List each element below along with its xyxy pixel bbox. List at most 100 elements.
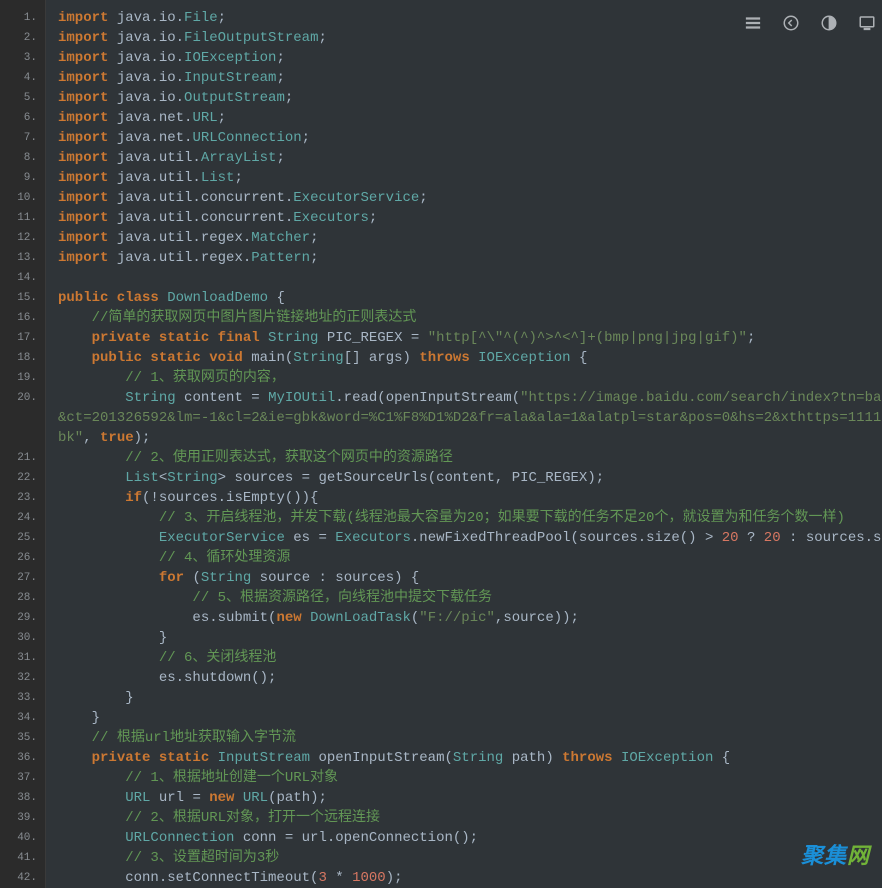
token-pl: [58, 390, 125, 406]
token-cmt: // 2、根据URL对象，打开一个远程连接: [125, 810, 380, 826]
line-number: 34.: [0, 708, 45, 728]
token-pl: <: [159, 470, 167, 486]
token-kw: import: [58, 210, 108, 226]
line-number: 9.: [0, 168, 45, 188]
code-line: public static void main(String[] args) t…: [58, 348, 882, 368]
code-line: bk", true);: [58, 428, 882, 448]
token-cls: DownloadDemo: [167, 290, 268, 306]
line-number: 20.: [0, 388, 45, 408]
monitor-icon[interactable]: [858, 14, 876, 32]
line-number: 33.: [0, 688, 45, 708]
token-cls: ExecutorService: [293, 190, 419, 206]
token-pl: {: [571, 350, 588, 366]
code-line: URL url = new URL(path);: [58, 788, 882, 808]
token-cls: URLConnection: [192, 130, 301, 146]
token-cls: IOException: [621, 750, 713, 766]
code-line: import java.util.concurrent.Executors;: [58, 208, 882, 228]
line-number: 15.: [0, 288, 45, 308]
token-cls: Pattern: [251, 250, 310, 266]
code-editor: 1.2.3.4.5.6.7.8.9.10.11.12.13.14.15.16.1…: [0, 0, 882, 888]
line-number: 19.: [0, 368, 45, 388]
token-kw: for: [159, 570, 184, 586]
token-pl: }: [58, 690, 134, 706]
token-pl: java.util.: [108, 170, 200, 186]
token-pl: source : sources) {: [251, 570, 419, 586]
token-pl: [58, 490, 125, 506]
token-cls: InputStream: [218, 750, 310, 766]
token-pl: ?: [739, 530, 764, 546]
line-number: 24.: [0, 508, 45, 528]
token-pl: [58, 510, 159, 526]
token-cmt: // 3、设置超时间为3秒: [125, 850, 279, 866]
token-cls: String: [201, 570, 251, 586]
token-pl: [58, 570, 159, 586]
token-pl: (: [184, 570, 201, 586]
token-cls: URLConnection: [125, 830, 234, 846]
token-pl: [613, 750, 621, 766]
code-line: // 2、使用正则表达式，获取这个网页中的资源路径: [58, 448, 882, 468]
token-pl: es.submit(: [58, 610, 276, 626]
token-pl: [470, 350, 478, 366]
token-kw: if: [125, 490, 142, 506]
token-pl: {: [268, 290, 285, 306]
token-cls: String: [125, 390, 175, 406]
code-line: // 3、设置超时间为3秒: [58, 848, 882, 868]
line-number: 30.: [0, 628, 45, 648]
back-icon[interactable]: [782, 14, 800, 32]
code-area[interactable]: import java.io.File;import java.io.FileO…: [46, 0, 882, 888]
code-line: &ct=201326592&lm=-1&cl=2&ie=gbk&word=%C1…: [58, 408, 882, 428]
token-kw: private static final: [92, 330, 260, 346]
code-line: import java.io.InputStream;: [58, 68, 882, 88]
token-pl: [159, 290, 167, 306]
token-pl: ;: [747, 330, 755, 346]
code-line: private static final String PIC_REGEX = …: [58, 328, 882, 348]
token-cls: File: [184, 10, 218, 26]
line-number: 6.: [0, 108, 45, 128]
token-pl: java.util.: [108, 150, 200, 166]
token-pl: [58, 550, 159, 566]
line-number: 11.: [0, 208, 45, 228]
token-pl: conn.setConnectTimeout(: [58, 870, 318, 886]
token-cmt: // 根据url地址获取输入字节流: [92, 730, 296, 746]
code-line: import java.util.List;: [58, 168, 882, 188]
token-str: &ct=201326592&lm=-1&cl=2&ie=gbk&word=%C1…: [58, 410, 882, 426]
line-number: 32.: [0, 668, 45, 688]
contrast-icon[interactable]: [820, 14, 838, 32]
token-kw: import: [58, 30, 108, 46]
token-kw: public class: [58, 290, 159, 306]
token-cls: FileOutputStream: [184, 30, 318, 46]
list-icon[interactable]: [744, 14, 762, 32]
token-pl: [58, 790, 125, 806]
code-line: private static InputStream openInputStre…: [58, 748, 882, 768]
line-number: 27.: [0, 568, 45, 588]
line-number: 26.: [0, 548, 45, 568]
line-number: [0, 408, 45, 428]
token-pl: ;: [310, 230, 318, 246]
watermark: 聚集网: [801, 838, 870, 870]
token-cmt: // 3、开启线程池，并发下载(线程池最大容量为20；如果要下载的任务不足20个…: [159, 510, 845, 526]
code-line: // 4、循环处理资源: [58, 548, 882, 568]
token-kw: import: [58, 90, 108, 106]
token-pl: : sources.size());: [781, 530, 882, 546]
code-line: //简单的获取网页中图片图片链接地址的正则表达式: [58, 308, 882, 328]
token-pl: java.io.: [108, 10, 184, 26]
code-line: import java.io.OutputStream;: [58, 88, 882, 108]
code-line: if(!sources.isEmpty()){: [58, 488, 882, 508]
token-pl: [58, 310, 92, 326]
token-cls: List: [201, 170, 235, 186]
line-number: 18.: [0, 348, 45, 368]
token-pl: [58, 330, 92, 346]
token-kw: import: [58, 110, 108, 126]
code-line: for (String source : sources) {: [58, 568, 882, 588]
line-number: 8.: [0, 148, 45, 168]
token-pl: }: [58, 710, 100, 726]
token-pl: [58, 370, 125, 386]
token-kw: throws: [562, 750, 612, 766]
token-pl: [58, 830, 125, 846]
line-number: 3.: [0, 48, 45, 68]
line-number: 35.: [0, 728, 45, 748]
line-number: 23.: [0, 488, 45, 508]
token-kw: import: [58, 10, 108, 26]
line-number: 10.: [0, 188, 45, 208]
token-pl: java.util.regex.: [108, 250, 251, 266]
